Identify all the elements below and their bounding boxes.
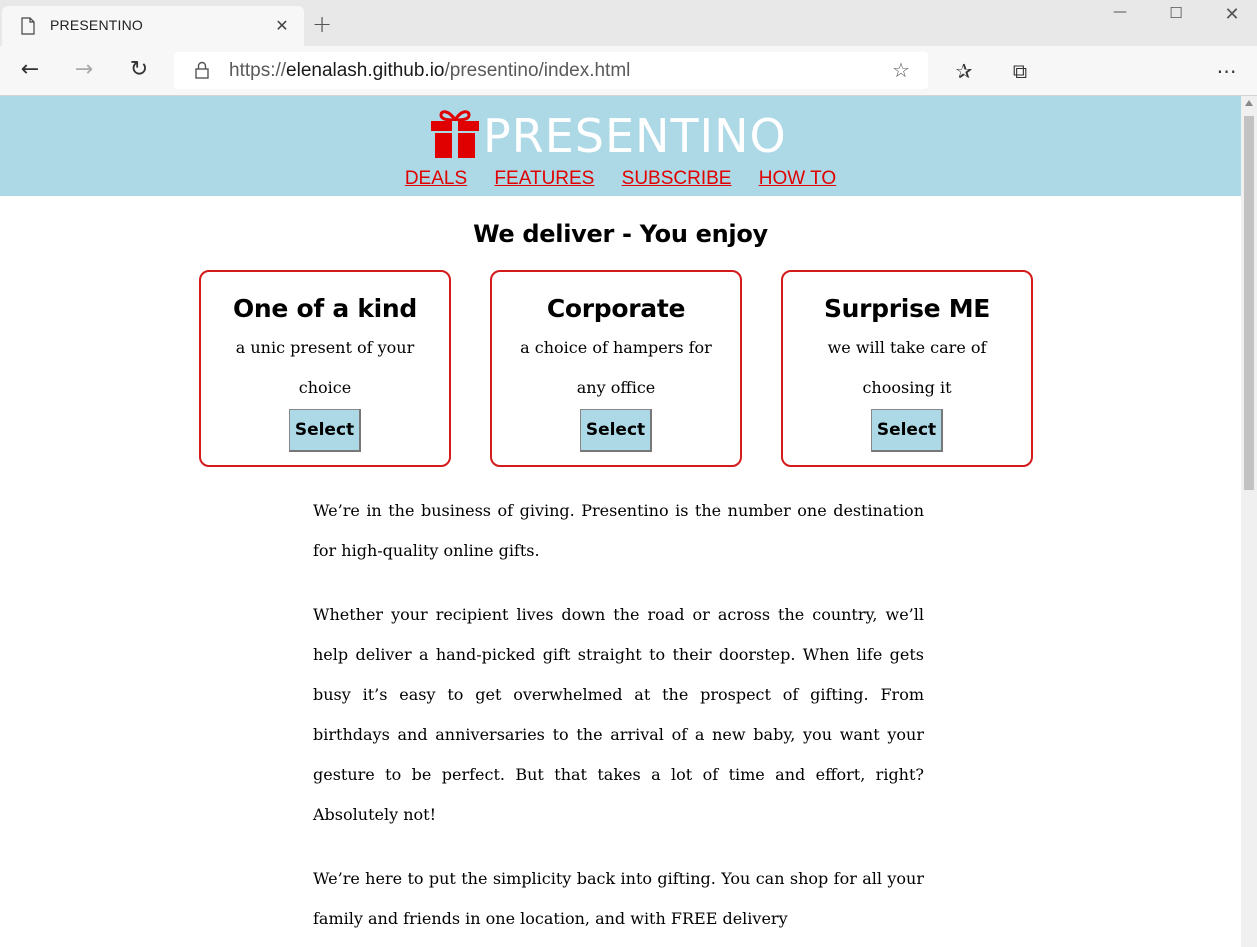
star-icon[interactable]: ☆ (892, 58, 910, 82)
card-title: Surprise ME (823, 294, 991, 323)
gift-icon (431, 110, 479, 158)
browser-toolbar: ← → ↻ https://elenalash.github.io/presen… (0, 46, 1257, 96)
brand-name: PRESENTINO (483, 109, 787, 163)
site-header: PRESENTINO DEALS FEATURES SUBSCRIBE HOW … (0, 96, 1241, 196)
paragraph: We’re in the business of giving. Present… (313, 501, 924, 560)
address-bar[interactable]: https://elenalash.github.io/presentino/i… (174, 52, 928, 89)
select-button[interactable]: Select (871, 409, 943, 452)
select-button[interactable]: Select (580, 409, 652, 452)
close-icon[interactable]: ✕ (272, 16, 292, 36)
tab-title: PRESENTINO (50, 17, 144, 33)
more-icon[interactable]: ⋯ (1214, 58, 1240, 84)
reload-icon[interactable]: ↻ (124, 56, 154, 86)
tab-bar: PRESENTINO ✕ + — ☐ ✕ (0, 0, 1257, 46)
maximize-icon[interactable]: ☐ (1156, 4, 1196, 28)
page-icon (21, 17, 35, 35)
card-title: One of a kind (232, 294, 418, 323)
page-viewport: PRESENTINO DEALS FEATURES SUBSCRIBE HOW … (0, 96, 1241, 947)
url-prefix: https:// (229, 60, 287, 81)
scroll-up-arrow-icon[interactable] (1245, 100, 1253, 106)
main-nav: DEALS FEATURES SUBSCRIBE HOW TO (0, 168, 1241, 190)
vertical-scrollbar[interactable] (1241, 96, 1257, 947)
forward-icon[interactable]: → (69, 56, 99, 86)
favorites-icon[interactable]: ✰ (951, 58, 977, 84)
logo[interactable]: PRESENTINO (431, 108, 811, 164)
back-icon[interactable]: ← (15, 56, 45, 86)
window-close-icon[interactable]: ✕ (1212, 4, 1252, 28)
nav-how-to[interactable]: HOW TO (759, 168, 836, 190)
plus-icon[interactable]: + (310, 12, 334, 37)
lock-icon (195, 61, 209, 79)
url-host: elenalash.github.io (286, 60, 445, 81)
card-one-of-a-kind: One of a kind a unic present of your cho… (199, 270, 451, 467)
select-button[interactable]: Select (289, 409, 361, 452)
minimize-icon[interactable]: — (1100, 4, 1140, 28)
card-corporate: Corporate a choice of hampers for any of… (490, 270, 742, 467)
scroll-thumb[interactable] (1244, 116, 1254, 490)
browser-tab[interactable]: PRESENTINO ✕ (2, 6, 304, 46)
nav-subscribe[interactable]: SUBSCRIBE (622, 168, 732, 190)
url-text[interactable]: https://elenalash.github.io/presentino/i… (229, 60, 630, 82)
nav-features[interactable]: FEATURES (494, 168, 594, 190)
card-description: we will take care of choosing it (827, 338, 987, 397)
paragraph: We’re here to put the simplicity back in… (313, 869, 924, 928)
card-title: Corporate (546, 294, 686, 323)
about-text: We’re in the business of giving. Present… (313, 491, 924, 947)
nav-deals[interactable]: DEALS (405, 168, 467, 190)
paragraph: Whether your recipient lives down the ro… (313, 605, 924, 824)
collections-icon[interactable]: ⧉ (1007, 58, 1033, 84)
url-path: /presentino/index.html (444, 60, 631, 81)
card-surprise-me: Surprise ME we will take care of choosin… (781, 270, 1033, 467)
card-description: a choice of hampers for any office (520, 338, 712, 397)
tagline: We deliver - You enjoy (473, 220, 768, 248)
card-description: a unic present of your choice (235, 338, 415, 397)
